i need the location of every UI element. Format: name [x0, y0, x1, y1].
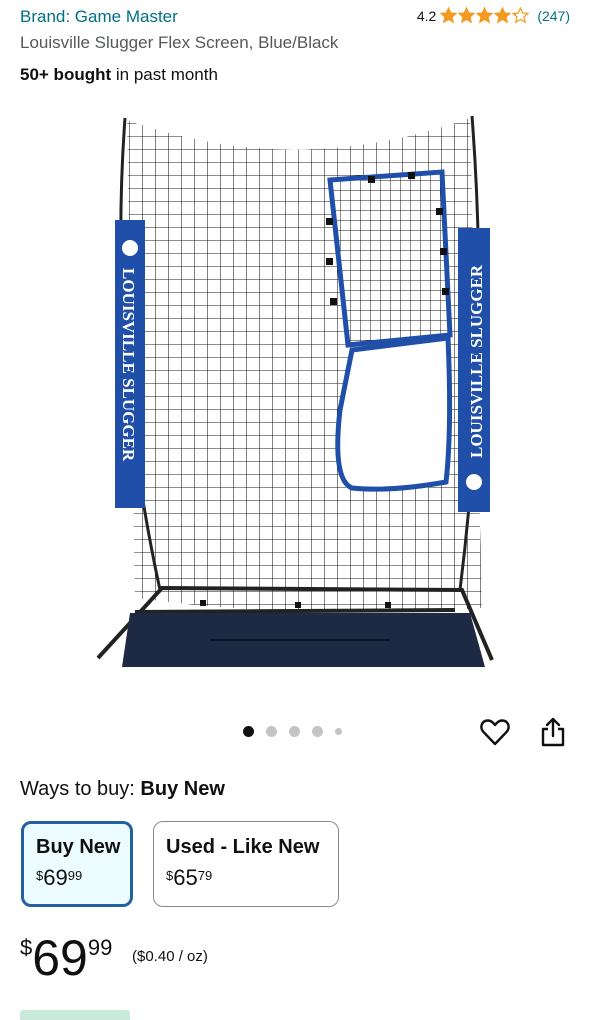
brand-link[interactable]: Brand: Game Master	[20, 7, 178, 27]
bought-suffix: in past month	[111, 65, 218, 84]
star-icon	[458, 7, 476, 24]
ways-to-buy-label: Ways to buy:	[20, 778, 135, 800]
wishlist-button[interactable]	[478, 715, 512, 749]
heart-icon	[480, 719, 510, 746]
carousel-dot[interactable]	[312, 726, 323, 737]
share-icon	[541, 717, 565, 747]
price-symbol: $	[166, 868, 174, 883]
buy-option-price: $ 65 79	[166, 865, 326, 891]
buy-option-price: $ 69 99	[36, 865, 118, 891]
image-carousel-dots[interactable]	[243, 726, 342, 737]
carousel-dot[interactable]	[335, 728, 342, 735]
price-whole: 69	[43, 865, 68, 890]
star-icon	[512, 7, 530, 24]
rating-summary[interactable]: 4.2 (247)	[417, 7, 570, 24]
price-whole: 65	[173, 865, 198, 890]
rating-count-link[interactable]: (247)	[537, 8, 570, 24]
carousel-dot[interactable]	[289, 726, 300, 737]
banner-left-text: LOUISVILLE SLUGGER	[119, 268, 138, 462]
ways-to-buy-selected: Buy New	[140, 778, 225, 800]
banner-right-text: LOUISVILLE SLUGGER	[467, 264, 486, 458]
price-fraction: 99	[87, 935, 113, 960]
price-whole: 69	[32, 930, 88, 986]
price-symbol: $	[36, 868, 44, 883]
star-icon	[494, 7, 512, 24]
carousel-dot[interactable]	[243, 726, 254, 737]
buy-option-label: Used - Like New	[166, 836, 320, 858]
carousel-dot[interactable]	[266, 726, 277, 737]
product-title: Louisville Slugger Flex Screen, Blue/Bla…	[20, 33, 339, 52]
buy-option-new[interactable]: Buy New $ 69 99	[21, 821, 133, 907]
star-rating	[440, 7, 530, 24]
pitching-screen-net-image: LOUISVILLE SLUGGER LOUISVILLE SLUGGER	[96, 115, 494, 667]
product-image[interactable]: LOUISVILLE SLUGGER LOUISVILLE SLUGGER	[90, 110, 500, 680]
main-price: $ 69 99	[20, 930, 112, 986]
unit-price: ($0.40 / oz)	[132, 948, 208, 965]
cutoff-badge	[20, 1010, 130, 1020]
share-button[interactable]	[536, 715, 570, 749]
bought-in-past-month: 50+ bought in past month	[20, 65, 218, 85]
ways-to-buy: Ways to buy: Buy New	[20, 778, 225, 801]
price-symbol: $	[20, 935, 33, 960]
rating-value: 4.2	[416, 7, 437, 24]
price-fraction: 99	[67, 868, 83, 883]
price-fraction: 79	[197, 868, 213, 883]
buy-option-used[interactable]: Used - Like New $ 65 79	[153, 821, 339, 907]
bought-count: 50+ bought	[20, 65, 112, 84]
star-icon	[476, 7, 494, 24]
star-icon	[440, 7, 458, 24]
buy-option-label: Buy New	[36, 836, 121, 858]
